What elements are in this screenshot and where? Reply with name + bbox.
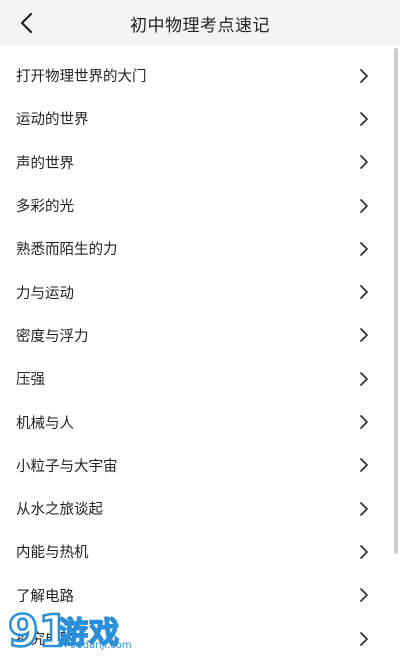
topic-row[interactable]: 声的世界 [0, 141, 392, 184]
topic-row[interactable]: 密度与浮力 [0, 314, 392, 357]
chevron-right-icon [360, 415, 368, 429]
topic-row[interactable]: 压强 [0, 357, 392, 400]
topic-label: 力与运动 [16, 285, 74, 302]
chevron-right-icon [360, 198, 368, 213]
topic-label: 内能与热机 [16, 545, 89, 562]
page-title: 初中物理考点速记 [130, 15, 270, 36]
topic-row[interactable]: 机械与人 [0, 400, 392, 443]
topic-list: 打开物理世界的大门 运动的世界声的世界多彩的光熟悉而陌生的力 力与运动密度与浮力压强… [0, 54, 392, 660]
chevron-right-icon [360, 328, 368, 343]
topic-label: 声的世界 [16, 155, 74, 172]
scrollbar[interactable] [394, 48, 398, 554]
watermark-url: 91danji.com [70, 640, 132, 651]
chevron-right-icon [360, 631, 368, 646]
topic-label: 从水之旅谈起 [16, 502, 103, 519]
topic-row[interactable]: 从水之旅谈起 [0, 487, 392, 530]
topic-label: 运动的世界 [16, 112, 89, 129]
watermark-logo-text: 91 [8, 606, 62, 654]
topic-label: 机械与人 [16, 415, 74, 432]
chevron-right-icon [360, 155, 368, 170]
chevron-left-icon [20, 12, 33, 34]
watermark: 91 游戏 91danji.com [6, 604, 156, 654]
chevron-right-icon [360, 458, 368, 473]
topic-label: 熟悉而陌生的力 [16, 242, 118, 259]
topic-row[interactable]: 内能与热机 [0, 530, 392, 573]
topic-label: 打开物理世界的大门 [16, 69, 147, 86]
chevron-right-icon [360, 112, 368, 126]
chevron-right-icon [360, 501, 368, 516]
chevron-right-icon [360, 68, 368, 83]
chevron-right-icon [360, 588, 368, 603]
topic-row[interactable]: 打开物理世界的大门 [0, 54, 392, 97]
app-header: 初中物理考点速记 [0, 0, 400, 46]
back-button[interactable] [10, 7, 42, 39]
chevron-right-icon [360, 545, 368, 559]
topic-label: 多彩的光 [16, 199, 74, 216]
topic-row[interactable]: 运动的世界 [0, 97, 392, 140]
topic-row[interactable]: 小粒子与大宇宙 [0, 444, 392, 487]
watermark-logo-icon: 91 [7, 605, 62, 654]
chevron-right-icon [360, 371, 368, 386]
topic-label: 小粒子与大宇宙 [16, 458, 118, 475]
topic-row[interactable]: 熟悉而陌生的力 [0, 227, 392, 270]
chevron-right-icon [360, 241, 368, 256]
topic-label: 了解电路 [16, 588, 74, 605]
topic-label: 密度与浮力 [16, 328, 89, 345]
chevron-right-icon [360, 285, 368, 300]
topic-row[interactable]: 力与运动 [0, 270, 392, 313]
topic-label: 压强 [16, 372, 45, 389]
topic-row[interactable]: 多彩的光 [0, 184, 392, 227]
